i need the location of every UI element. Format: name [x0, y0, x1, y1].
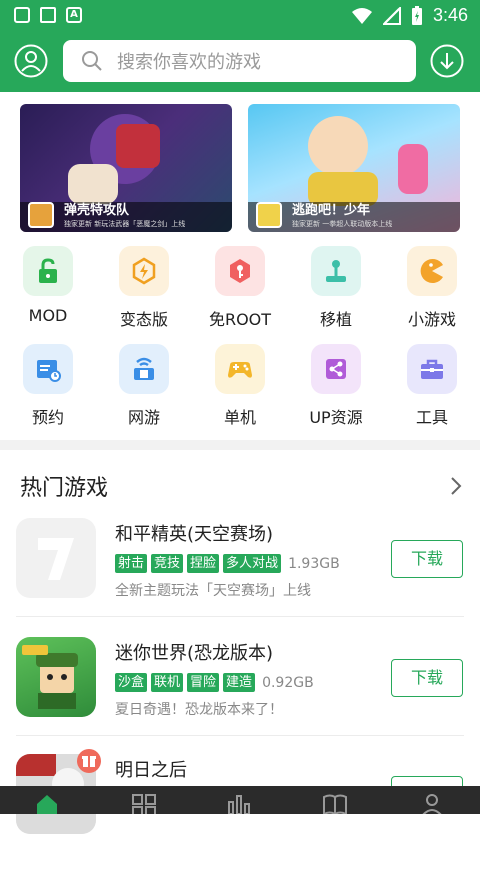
- search-placeholder: 搜索你喜欢的游戏: [117, 52, 261, 73]
- lock-icon: [14, 7, 30, 23]
- network-device-icon: [134, 357, 154, 380]
- gamepad-icon: [228, 362, 252, 378]
- lightning-icon: [132, 257, 156, 285]
- a-icon: A: [66, 7, 82, 23]
- unlock-icon: [39, 258, 57, 283]
- tag: 联机: [151, 673, 184, 692]
- tag: 捏脸: [187, 554, 220, 573]
- book-icon: [40, 7, 56, 23]
- home-icon[interactable]: [34, 792, 60, 814]
- category-label: UP资源: [309, 408, 363, 427]
- tag: 射击: [115, 554, 148, 573]
- game-thumbnail: [256, 202, 282, 228]
- share-icon: [326, 359, 346, 379]
- game-icon: [16, 637, 96, 717]
- separator: [16, 616, 464, 617]
- download-button[interactable]: 下载: [391, 659, 463, 697]
- download-icon[interactable]: [430, 44, 464, 78]
- category-mini-games[interactable]: 小游戏: [384, 246, 480, 336]
- signal-icon: [382, 6, 401, 25]
- app-header: A 3:46 搜索你喜欢的游戏: [0, 0, 480, 92]
- list-item[interactable]: 和平精英(天空赛场) 射击 竞技 捏脸 多人对战 1.93GB 全新主题玩法「天…: [0, 518, 480, 636]
- category-hacked[interactable]: 变态版: [96, 246, 192, 336]
- status-bar: A 3:46: [0, 0, 480, 32]
- category-label: 网游: [127, 408, 160, 427]
- banner-subtitle: 独家更新 新玩法武器「恶魔之剑」上线: [64, 220, 186, 228]
- game-tags: 沙盒 联机 冒险 建造 0.92GB: [115, 673, 314, 692]
- game-name: 明日之后: [115, 760, 187, 781]
- game-description: 夏日奇遇！恐龙版本来了！: [115, 702, 283, 718]
- toolbox-icon: [421, 359, 443, 379]
- category-port[interactable]: 移植: [288, 246, 384, 336]
- category-label: 变态版: [119, 310, 168, 329]
- category-label: 工具: [415, 408, 448, 427]
- banner-card[interactable]: 逃跑吧！少年 独家更新 一拳超人联动版本上线: [248, 104, 460, 232]
- category-label: 免ROOT: [208, 310, 272, 329]
- category-label: 预约: [31, 408, 64, 427]
- section-divider: [0, 440, 480, 450]
- search-input[interactable]: 搜索你喜欢的游戏: [63, 40, 416, 82]
- battery-icon: [411, 5, 422, 25]
- category-label: 小游戏: [407, 310, 456, 329]
- bottom-navigation: [0, 786, 480, 814]
- game-name: 迷你世界(恐龙版本): [115, 643, 274, 664]
- banner-card[interactable]: 弹壳特攻队 独家更新 新玩法武器「恶魔之剑」上线: [20, 104, 232, 232]
- user-icon[interactable]: [14, 44, 48, 78]
- chevron-right-icon[interactable]: [448, 474, 464, 498]
- wifi-icon: [351, 7, 372, 24]
- category-tools[interactable]: 工具: [384, 344, 480, 434]
- key-icon: [230, 259, 250, 283]
- banner-subtitle: 独家更新 一拳超人联动版本上线: [292, 220, 393, 228]
- game-size: 0.92GB: [262, 674, 314, 691]
- grid-icon[interactable]: [131, 792, 157, 814]
- category-label: MOD: [28, 306, 68, 325]
- game-description: 全新主题玩法「天空赛场」上线: [115, 583, 311, 599]
- tag: 建造: [223, 673, 256, 692]
- section-title: 热门游戏: [20, 476, 109, 501]
- category-label: 移植: [319, 310, 352, 329]
- separator: [16, 735, 464, 736]
- download-button[interactable]: 下载: [391, 540, 463, 578]
- profile-icon[interactable]: [419, 792, 445, 814]
- tag: 竞技: [151, 554, 184, 573]
- banner-title: 弹壳特攻队: [64, 203, 130, 218]
- category-up-resources[interactable]: UP资源: [288, 344, 384, 434]
- pacman-icon: [420, 259, 443, 283]
- search-icon: [82, 51, 102, 71]
- game-icon: [16, 518, 96, 598]
- banner-title: 逃跑吧！少年: [292, 203, 371, 218]
- banner-carousel: 弹壳特攻队 独家更新 新玩法武器「恶魔之剑」上线 逃跑吧！少年 独家更新 一拳超…: [20, 104, 460, 232]
- tag: 冒险: [187, 673, 220, 692]
- book-icon[interactable]: [322, 792, 348, 814]
- category-single-player[interactable]: 单机: [192, 344, 288, 434]
- gift-badge-icon: [77, 749, 101, 773]
- chart-icon[interactable]: [226, 792, 252, 814]
- category-online[interactable]: 网游: [96, 344, 192, 434]
- game-tags: 射击 竞技 捏脸 多人对战 1.93GB: [115, 554, 340, 573]
- category-label: 单机: [223, 408, 256, 427]
- joystick-icon: [326, 260, 346, 282]
- calendar-clock-icon: [37, 360, 61, 382]
- clock: 3:46: [432, 5, 468, 25]
- game-thumbnail: [28, 202, 54, 228]
- game-size: 1.93GB: [288, 555, 340, 572]
- list-item[interactable]: 迷你世界(恐龙版本) 沙盒 联机 冒险 建造 0.92GB 夏日奇遇！恐龙版本来…: [0, 637, 480, 755]
- game-name: 和平精英(天空赛场): [115, 524, 274, 545]
- category-mod[interactable]: MOD: [0, 246, 96, 336]
- category-no-root[interactable]: 免ROOT: [192, 246, 288, 336]
- category-reserve[interactable]: 预约: [0, 344, 96, 434]
- tag: 多人对战: [223, 554, 282, 573]
- tag: 沙盒: [115, 673, 148, 692]
